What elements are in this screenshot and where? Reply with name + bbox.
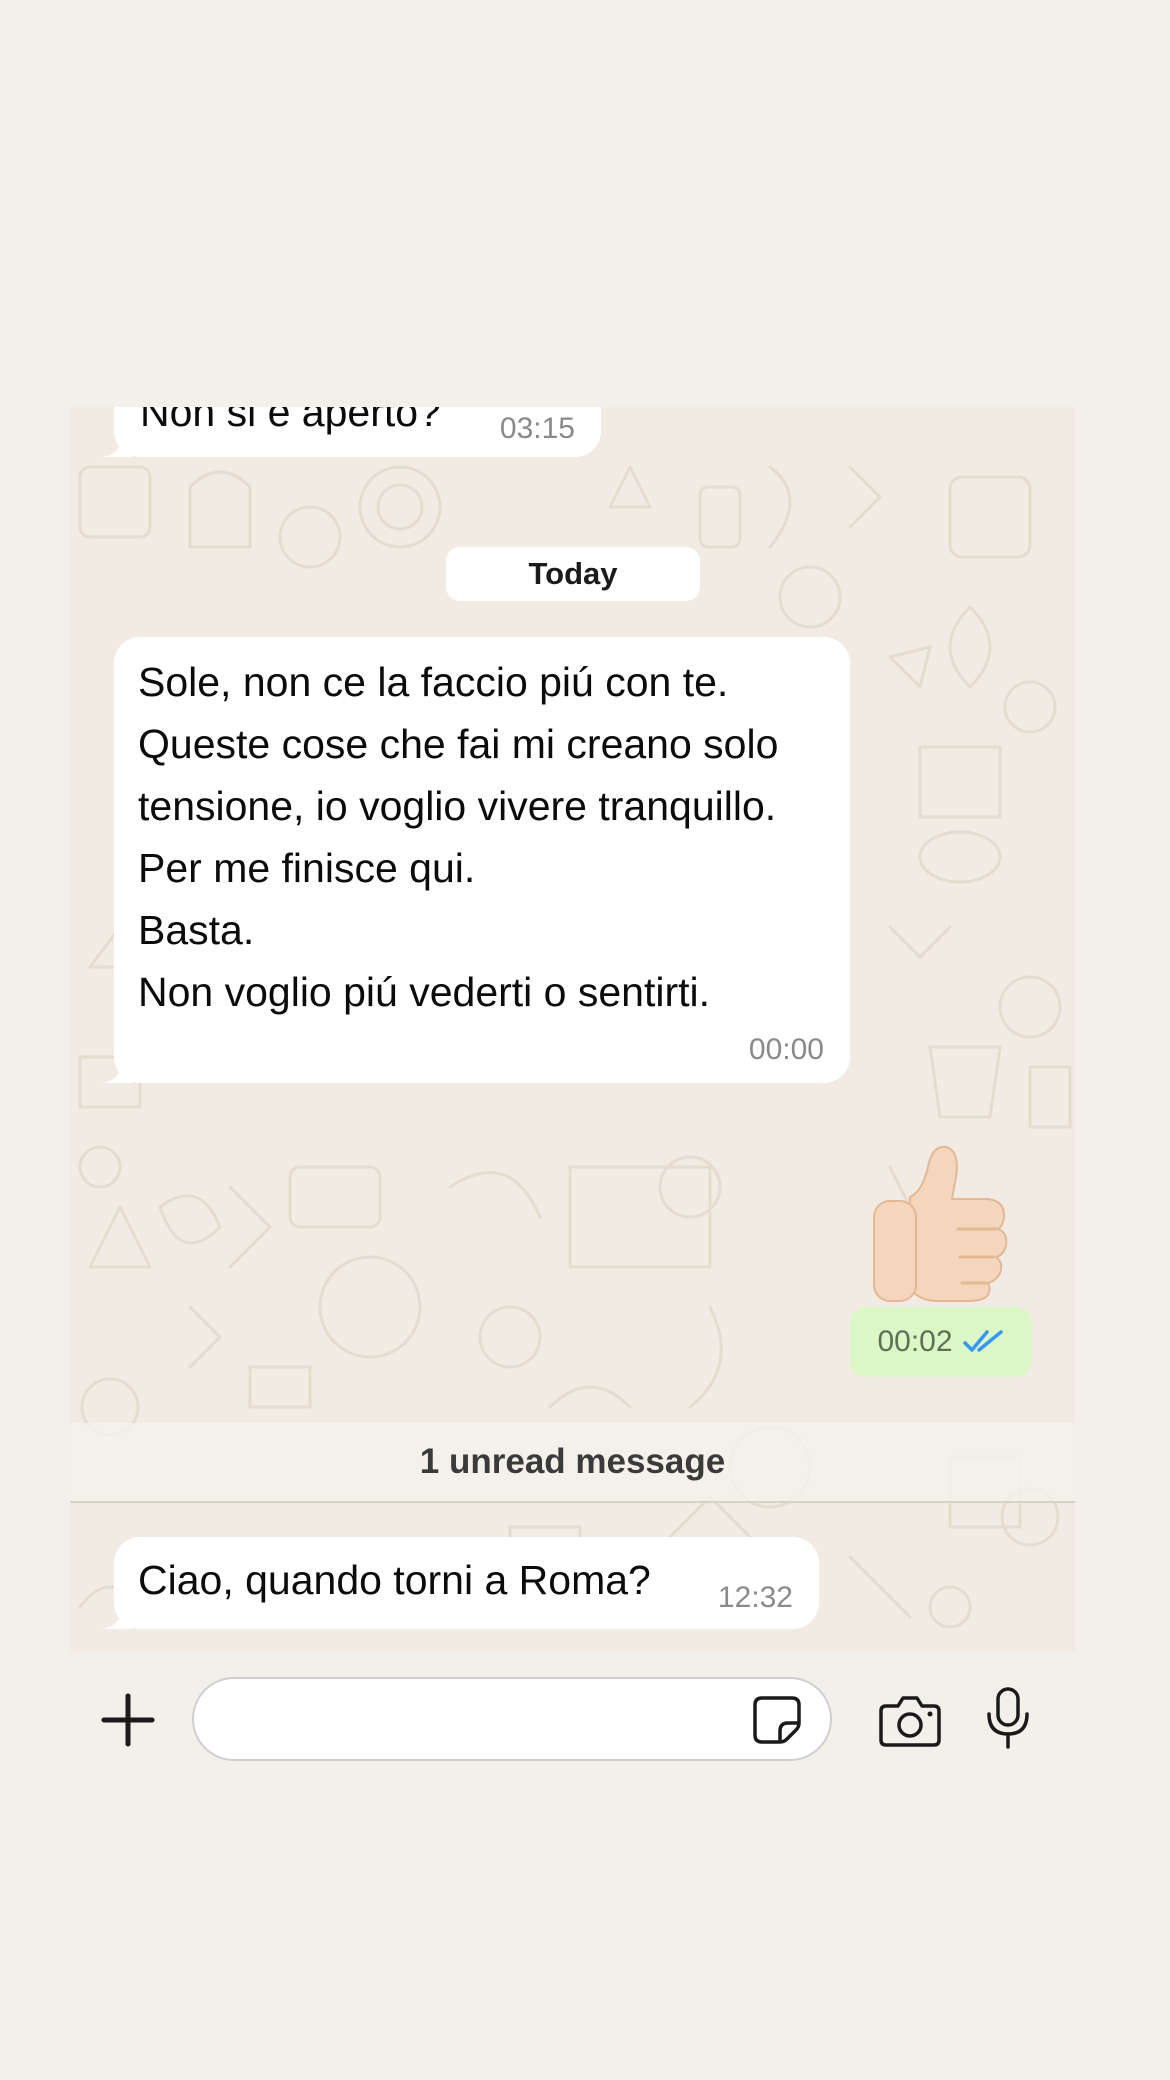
camera-icon[interactable] bbox=[878, 1692, 942, 1748]
message-text: Non si è aperto? bbox=[140, 407, 441, 435]
message-text: Ciao, quando torni a Roma? bbox=[138, 1557, 651, 1603]
message-line: Queste cose che fai mi creano solo bbox=[138, 721, 779, 767]
incoming-message-bubble[interactable]: Ciao, quando torni a Roma? 12:32 bbox=[102, 1537, 819, 1629]
incoming-message-bubble[interactable]: Sole, non ce la faccio piú con te. Quest… bbox=[102, 637, 850, 1083]
day-separator: Today bbox=[446, 547, 700, 601]
chat-area[interactable]: Non si è aperto? 03:15 Today Sole, non c… bbox=[70, 407, 1075, 1652]
plus-icon[interactable] bbox=[100, 1692, 156, 1748]
double-check-read-icon bbox=[962, 1330, 1003, 1352]
previous-message-bubble[interactable]: Non si è aperto? 03:15 bbox=[102, 407, 601, 457]
message-line: Sole, non ce la faccio piú con te. bbox=[138, 659, 729, 705]
bubble-tail bbox=[102, 1053, 132, 1083]
message-time: 00:00 bbox=[748, 1033, 824, 1066]
message-time: 00:02 bbox=[877, 1325, 953, 1358]
outgoing-message-meta[interactable]: 00:02 bbox=[850, 1307, 1032, 1377]
message-time: 12:32 bbox=[717, 1581, 793, 1614]
bubble-tail bbox=[102, 427, 132, 457]
message-input[interactable] bbox=[192, 1677, 832, 1761]
message-text: Sole, non ce la faccio piú con te. Quest… bbox=[138, 651, 778, 1023]
message-time: 03:15 bbox=[499, 412, 575, 445]
message-input-bar bbox=[70, 1652, 1075, 1867]
message-line: tensione, io voglio vivere tranquillo. bbox=[138, 783, 777, 829]
sticker-icon[interactable] bbox=[752, 1695, 802, 1745]
microphone-icon[interactable] bbox=[985, 1686, 1031, 1750]
unread-separator: 1 unread message bbox=[70, 1423, 1075, 1503]
bubble-tail bbox=[102, 1599, 132, 1629]
message-line: Per me finisce qui. bbox=[138, 845, 476, 891]
message-line: Basta. bbox=[138, 907, 255, 953]
thumbs-up-emoji[interactable] bbox=[870, 1137, 1020, 1302]
message-line: Non voglio piú vederti o sentirti. bbox=[138, 969, 711, 1015]
